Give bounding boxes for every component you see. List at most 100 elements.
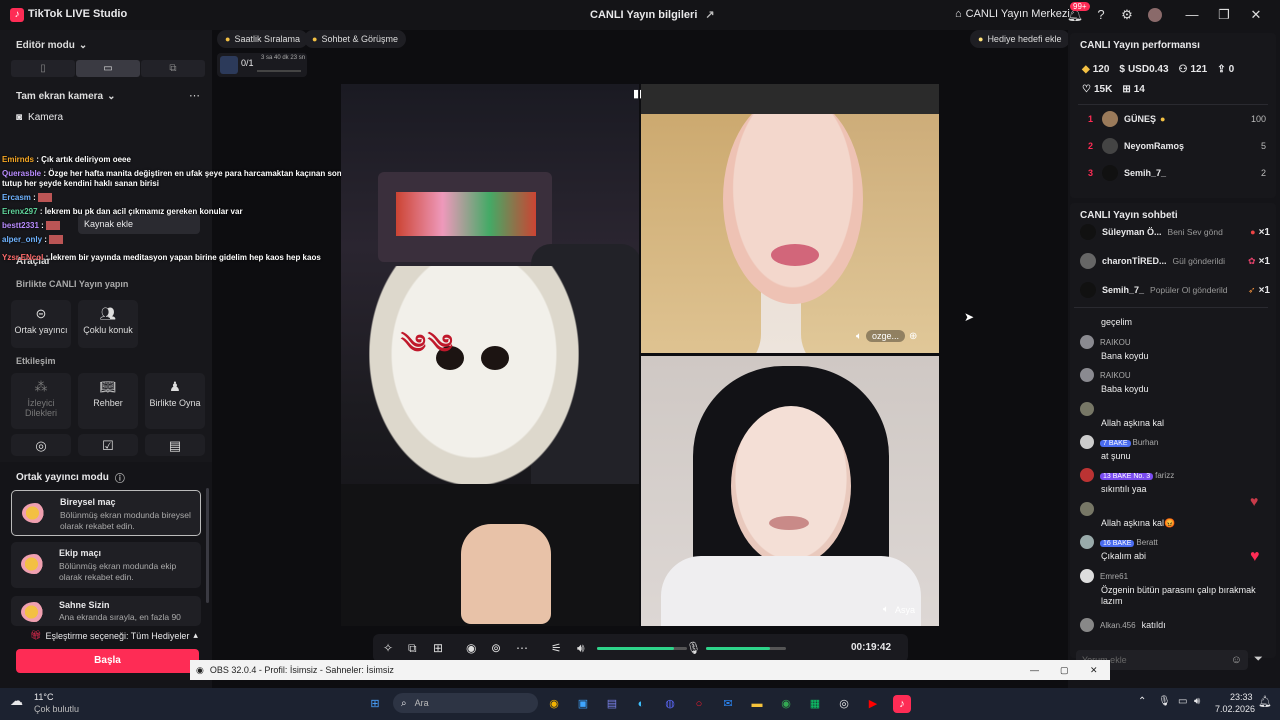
top-shadow [641,84,939,114]
editor-mode-dropdown[interactable]: Editör modu ⌄ [16,40,87,51]
cohost-mode-heading: Ortak yayıncı modu ⓘ [16,470,125,485]
team-match-icon [21,554,47,574]
goal-icon [220,56,238,74]
live-center-button[interactable]: ⌂ CANLI Yayın Merkezi [955,8,1070,20]
opera-icon[interactable]: ○ [690,695,708,713]
weather-icon[interactable]: ☁ [10,693,23,709]
youtube-icon[interactable]: ▶ [864,695,882,713]
live-center-label: CANLI Yayın Merkezi [965,8,1070,20]
portrait-layout-button[interactable]: ▯ [11,60,75,77]
cohost-2-label[interactable]: 🔈︎ Asya [883,604,915,615]
chat-item: Alkan.456 katıldı [1080,618,1270,632]
obs-taskbar-icon[interactable]: ◎ [835,695,853,713]
edge-icon[interactable]: ◐ [632,695,650,713]
more-options-icon[interactable]: ⋯ [189,89,200,102]
obs-maximize-button[interactable]: ▢ [1060,665,1069,676]
hourly-ranking-pill[interactable]: ● Saatlik Sıralama [217,30,308,48]
multi-guest-label: Çoklu konuk [83,325,133,335]
help-icon[interactable]: ? [1092,6,1110,24]
chat-text: Özgenin bütün parasını çalıp bırakmak la… [1101,585,1256,606]
help-circle-icon[interactable]: ⓘ [115,470,125,485]
multi-guest-button[interactable]: 👥︎ Çoklu konuk [78,300,138,348]
camera-section-label: Tam ekran kamera [16,91,104,102]
cohost-1-label[interactable]: 🔈︎ ozge... ⊕ [856,330,917,342]
lips [769,516,809,530]
target-tool-button[interactable]: ◎ [11,434,71,456]
checklist-tool-button[interactable]: ☑ [78,434,138,456]
speaker-icon[interactable]: 🔊︎ [577,641,585,656]
emoji-icon[interactable]: ☺ [1231,654,1242,666]
rotate-layout-button[interactable]: ⧉ [141,60,205,77]
store-icon[interactable]: ▣ [574,695,592,713]
goal-widget[interactable]: 0/1 3 sa 40 dk 23 sn [217,53,307,77]
close-button[interactable]: ✕ [1247,6,1265,24]
guide-button[interactable]: 📖︎ Rehber [78,373,138,429]
rank-value: 5 [1260,141,1266,151]
profile-avatar[interactable] [1148,8,1162,22]
cohost-tool-button[interactable]: ⊝ Ortak yayıncı [11,300,71,348]
speaker-volume-slider[interactable] [597,647,687,650]
ranking-row[interactable]: 2 NeyomRamoş 5 [1080,135,1266,157]
avatar [1102,111,1118,127]
record-icon[interactable]: ◉ [466,641,476,655]
folder-icon[interactable]: ▬ [748,695,766,713]
maximize-button[interactable]: ❐ [1215,6,1233,24]
tiktok-taskbar-icon[interactable]: ♪ [893,695,911,713]
network-icon[interactable]: ▭ [1178,696,1187,707]
avatar [1080,282,1096,298]
camera-toggle-icon[interactable]: ⊚ [491,641,501,655]
volume-icon[interactable]: 🔈︎ [883,604,889,615]
ranking-row[interactable]: 1 GÜNEŞ ● 100 [1080,108,1266,130]
chat-username: RAIKOU [1100,370,1131,380]
rank-number: 3 [1088,168,1094,178]
taskbar-search[interactable]: ⌕ Ara [393,693,538,713]
discord-icon[interactable]: ◍ [661,695,679,713]
obs-window-bar[interactable]: ◉ OBS 32.0.4 - Profil: İsimsiz - Sahnele… [190,660,1110,680]
microphone-icon[interactable]: 🎙︎ [686,641,701,655]
chrome-icon[interactable]: ◉ [545,695,563,713]
left-scrollbar[interactable] [206,488,209,603]
start-live-button[interactable]: Başla [16,649,199,673]
gear-icon[interactable]: ⚙ [1118,6,1136,24]
screen-share-icon[interactable]: ⧉ [408,641,417,656]
mic-volume-slider[interactable] [706,647,786,650]
chat-call-pill[interactable]: ● Sohbet & Görüşme [304,30,406,48]
chat-username: Erenx297 [2,207,38,216]
windows-start-icon[interactable]: ⊞ [366,695,384,713]
filter-icon[interactable]: ⏷ [1254,653,1263,666]
minimize-button[interactable]: — [1183,6,1201,24]
gift-goal-button[interactable]: ● Hediye hedefi ekle [970,30,1070,48]
layout-icon[interactable]: ⊞ [433,641,443,655]
play-together-button[interactable]: ♟ Birlikte Oyna [145,373,205,429]
rank-number: 1 [1088,114,1094,124]
effects-icon[interactable]: ✧ [383,641,393,655]
volume-icon[interactable]: 🔈︎ [856,331,862,342]
fullscreen-camera-dropdown[interactable]: Tam ekran kamera ⌄ [16,91,115,102]
mic-tray-icon[interactable]: 🎙︎ [1158,696,1171,707]
individual-match-card[interactable]: Bireysel maç Bölünmüş ekran modunda bire… [11,490,201,536]
obs-minimize-button[interactable]: — [1030,665,1039,675]
rank-name: NeyomRamoş [1124,141,1185,151]
add-icon[interactable]: ⊕ [909,331,917,342]
mail-icon[interactable]: ✉ [719,695,737,713]
volume-tray-icon[interactable]: 🔊︎ [1194,696,1200,707]
ranking-row[interactable]: 3 Semih_7_ 2 [1080,162,1266,184]
notification-center-icon[interactable]: 🔔︎ [1258,695,1272,708]
camera-source-item[interactable]: ◙ Kamera [16,112,63,123]
more-icon[interactable]: ⋯ [516,641,528,655]
landscape-layout-button[interactable]: ▭ [76,60,140,77]
teams-icon[interactable]: ▤ [603,695,621,713]
team-match-card[interactable]: Ekip maçı Bölünmüş ekran modunda ekip ol… [11,542,201,588]
chrome-alt-icon[interactable]: ◉ [777,695,795,713]
chevron-up-icon[interactable]: ⌃ [1138,696,1146,707]
stage-card[interactable]: Sahne Sizin Ana ekranda sırayla, en fazl… [11,596,201,626]
live-info-button[interactable]: CANLI Yayın bilgileri ↗ [590,8,715,22]
app-icon[interactable]: ▦ [806,695,824,713]
individual-match-icon [22,503,48,523]
adjust-icon[interactable]: ⚟ [551,641,562,655]
match-option-dropdown[interactable]: 🎁︎ Eşleştirme seçeneği: Tüm Hediyeler ▴ [30,630,198,641]
app-title: TikTok LIVE Studio [28,8,128,20]
box-tool-button[interactable]: ▤ [145,434,205,456]
viewer-requests-button[interactable]: ⁂ İzleyici Dilekleri [11,373,71,429]
obs-close-button[interactable]: ✕ [1090,665,1098,676]
